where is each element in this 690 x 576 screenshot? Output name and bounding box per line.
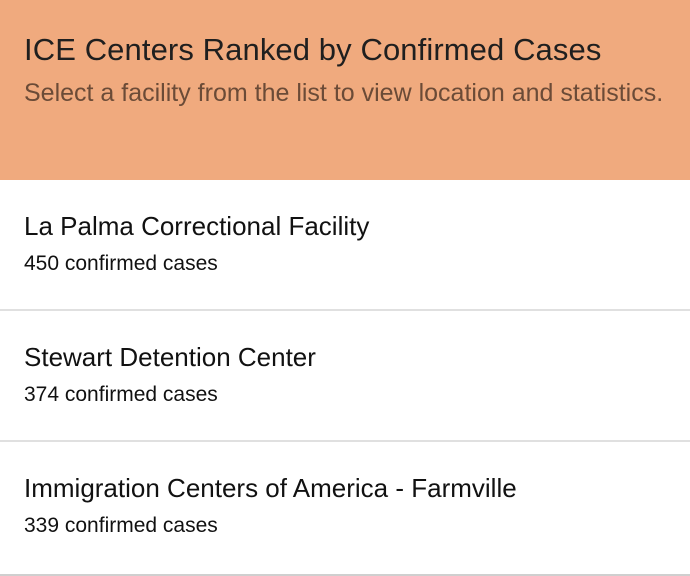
facility-name: Immigration Centers of America - Farmvil… [24, 473, 517, 503]
panel-subtitle: Select a facility from the list to view … [24, 79, 664, 107]
facility-case-count: 339 confirmed cases [24, 514, 218, 537]
facility-ranking-panel: ICE Centers Ranked by Confirmed Cases Se… [0, 0, 690, 576]
facility-list-item[interactable]: Immigration Centers of America - Farmvil… [0, 442, 690, 576]
facility-list: La Palma Correctional Facility 450 confi… [0, 180, 690, 576]
facility-list-item[interactable]: Stewart Detention Center 374 confirmed c… [0, 311, 690, 442]
facility-list-item[interactable]: La Palma Correctional Facility 450 confi… [0, 180, 690, 311]
facility-case-count: 374 confirmed cases [24, 383, 218, 406]
facility-case-count: 450 confirmed cases [24, 252, 218, 275]
facility-name: La Palma Correctional Facility [24, 211, 370, 241]
panel-title: ICE Centers Ranked by Confirmed Cases [24, 32, 602, 67]
panel-header: ICE Centers Ranked by Confirmed Cases Se… [0, 0, 690, 180]
facility-name: Stewart Detention Center [24, 342, 316, 372]
